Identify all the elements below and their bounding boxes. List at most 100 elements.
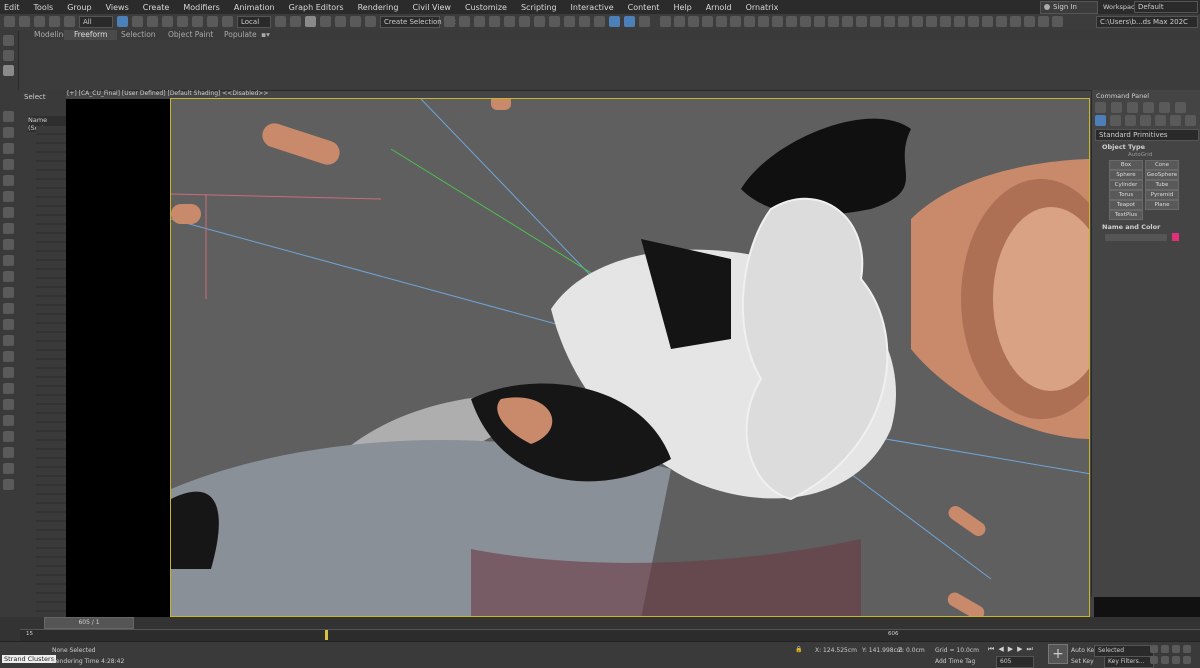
plugin-tool-icon[interactable]	[996, 16, 1007, 27]
filter-icon[interactable]	[3, 351, 14, 362]
next-frame-icon[interactable]: ▶	[1017, 645, 1022, 654]
menu-help[interactable]: Help	[673, 3, 691, 12]
menu-group[interactable]: Group	[67, 3, 91, 12]
previous-frame-icon[interactable]: ◀	[998, 645, 1003, 654]
plugin-tool-icon[interactable]	[1010, 16, 1021, 27]
scene-explorer-select-menu[interactable]: Select	[24, 93, 46, 101]
cone-button[interactable]: Cone	[1145, 160, 1179, 170]
torus-button[interactable]: Torus	[1109, 190, 1143, 200]
tab-selection[interactable]: Selection	[121, 30, 156, 40]
object-name-field[interactable]	[1105, 234, 1167, 241]
key-filters-button[interactable]: Key Filters...	[1104, 656, 1154, 668]
tube-button[interactable]: Tube	[1145, 180, 1179, 190]
rect-selection-icon[interactable]	[147, 16, 158, 27]
menu-interactive[interactable]: Interactive	[571, 3, 614, 12]
display-none-icon[interactable]	[3, 111, 14, 122]
sphere-button[interactable]: Sphere	[1109, 170, 1143, 180]
current-frame-field[interactable]: 605	[996, 656, 1034, 668]
plugin-tool-icon[interactable]	[660, 16, 671, 27]
hierarchy-tab-icon[interactable]	[1127, 102, 1138, 113]
named-selection-set-dropdown[interactable]: Create Selection Set	[380, 16, 455, 28]
select-manipulate-icon[interactable]	[290, 16, 301, 27]
display-geometry-icon[interactable]	[3, 127, 14, 138]
plugin-tool-icon[interactable]	[786, 16, 797, 27]
sphere-icon[interactable]	[3, 319, 14, 330]
scene-explorer-icon[interactable]	[474, 16, 485, 27]
zoom-extents-icon[interactable]	[1172, 645, 1180, 653]
plane-button[interactable]: Plane	[1145, 200, 1179, 210]
plugin-tool-icon[interactable]	[898, 16, 909, 27]
display-bones-icon[interactable]	[3, 239, 14, 250]
plugin-tool-icon[interactable]	[814, 16, 825, 27]
redo-icon[interactable]	[19, 16, 30, 27]
camera-icon[interactable]	[3, 447, 14, 458]
display-shapes-icon[interactable]	[3, 143, 14, 154]
rendered-frame-icon[interactable]	[579, 16, 590, 27]
display-groups-icon[interactable]	[3, 223, 14, 234]
edit-named-selection-icon[interactable]	[365, 16, 376, 27]
sign-in-button[interactable]: Sign In	[1040, 1, 1098, 14]
plugin-tool-icon[interactable]	[982, 16, 993, 27]
tab-modeling[interactable]: Modeling	[34, 30, 68, 40]
display-xrefs-icon[interactable]	[3, 255, 14, 266]
autogrid-checkbox[interactable]: AutoGrid	[1128, 152, 1152, 158]
plugin-tool-icon[interactable]	[884, 16, 895, 27]
sort-icon[interactable]	[3, 399, 14, 410]
space-warps-icon[interactable]	[1170, 115, 1181, 126]
helpers-icon[interactable]	[1155, 115, 1166, 126]
plugin-tool-icon[interactable]	[744, 16, 755, 27]
sun-icon[interactable]	[3, 303, 14, 314]
undo-icon[interactable]	[4, 16, 15, 27]
utilities-tab-icon[interactable]	[1175, 102, 1186, 113]
geosphere-button[interactable]: GeoSphere	[1145, 170, 1179, 180]
window-crossing-icon[interactable]	[162, 16, 173, 27]
highlight-icon[interactable]	[3, 383, 14, 394]
display-tab-icon[interactable]	[1159, 102, 1170, 113]
tab-populate[interactable]: Populate	[224, 30, 257, 40]
shapes-icon[interactable]	[1110, 115, 1121, 126]
display-particles-icon[interactable]	[3, 271, 14, 282]
plugin-tool-icon[interactable]	[968, 16, 979, 27]
render-iterative-icon[interactable]	[639, 16, 650, 27]
curve-editor-icon[interactable]	[519, 16, 530, 27]
display-spacewarps-icon[interactable]	[3, 207, 14, 218]
maxscript-listener-field[interactable]: Strand Clusters	[2, 655, 57, 663]
schematic-view-icon[interactable]	[534, 16, 545, 27]
menu-arnold[interactable]: Arnold	[706, 3, 732, 12]
plugin-tool-icon[interactable]	[842, 16, 853, 27]
select-object-icon[interactable]	[117, 16, 128, 27]
go-to-start-icon[interactable]: ⏮	[988, 645, 994, 654]
menu-customize[interactable]: Customize	[465, 3, 507, 12]
plugin-tool-icon[interactable]	[1052, 16, 1063, 27]
align-icon[interactable]	[459, 16, 470, 27]
plugin-tool-icon[interactable]	[758, 16, 769, 27]
cylinder-button[interactable]: Cylinder	[1109, 180, 1143, 190]
snap-toggle-icon[interactable]	[305, 16, 316, 27]
motion-tab-icon[interactable]	[1143, 102, 1154, 113]
geometry-icon[interactable]	[1095, 115, 1106, 126]
plugin-tool-icon[interactable]	[730, 16, 741, 27]
tab-object-paint[interactable]: Object Paint	[168, 30, 213, 40]
play-icon[interactable]: ▶	[1008, 645, 1013, 654]
pan-icon[interactable]	[1161, 656, 1169, 664]
create-tab-icon[interactable]	[1095, 102, 1106, 113]
mirror-icon[interactable]	[444, 16, 455, 27]
menu-graph-editors[interactable]: Graph Editors	[289, 3, 344, 12]
plugin-tool-icon[interactable]	[800, 16, 811, 27]
viewport-layout-icon[interactable]	[3, 35, 14, 46]
lights-icon[interactable]	[1125, 115, 1136, 126]
pivot-center-icon[interactable]	[275, 16, 286, 27]
display-containers-icon[interactable]	[3, 287, 14, 298]
explorer-object-list[interactable]	[36, 126, 66, 616]
tab-freeform[interactable]: Freeform	[64, 30, 118, 40]
plugin-tool-icon[interactable]	[940, 16, 951, 27]
find-icon[interactable]	[3, 367, 14, 378]
menu-scripting[interactable]: Scripting	[521, 3, 557, 12]
plugin-tool-icon[interactable]	[828, 16, 839, 27]
perspective-viewport[interactable]	[170, 98, 1090, 617]
plugin-tool-icon[interactable]	[870, 16, 881, 27]
x-coordinate-field[interactable]: X: 124.525cm	[815, 647, 857, 654]
menu-civil-view[interactable]: Civil View	[412, 3, 451, 12]
track-bar[interactable]: 15 606	[20, 629, 1200, 641]
ribbon-options-icon[interactable]: ▪▾	[261, 30, 270, 40]
